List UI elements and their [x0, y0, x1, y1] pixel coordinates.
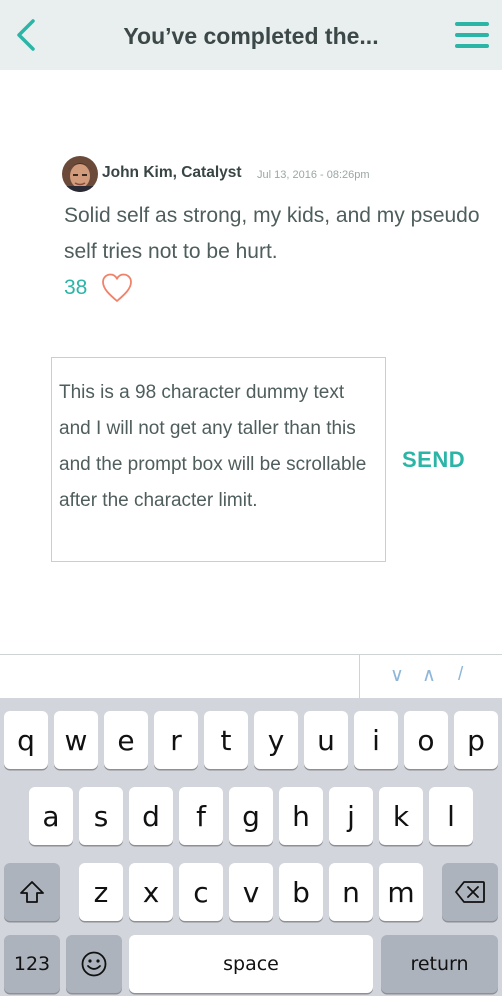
key-o[interactable]: o [404, 711, 448, 769]
key-h[interactable]: h [279, 787, 323, 845]
key-m[interactable]: m [379, 863, 423, 921]
keyboard-accessory-bar: ∨ ∧ / [0, 654, 502, 699]
numbers-key[interactable]: 123 [4, 935, 60, 993]
key-r[interactable]: r [154, 711, 198, 769]
key-i[interactable]: i [354, 711, 398, 769]
key-a[interactable]: a [29, 787, 73, 845]
key-p[interactable]: p [454, 711, 498, 769]
chevron-left-icon [17, 19, 35, 51]
menu-button[interactable] [452, 17, 492, 53]
like-count: 38 [64, 276, 88, 299]
key-s[interactable]: s [79, 787, 123, 845]
comment-text: Solid self as strong, my kids, and my ps… [64, 204, 480, 263]
emoji-icon [81, 951, 107, 977]
key-l[interactable]: l [429, 787, 473, 845]
key-c[interactable]: c [179, 863, 223, 921]
like-button[interactable] [100, 271, 134, 305]
key-k[interactable]: k [379, 787, 423, 845]
prompt-input[interactable]: This is a 98 character dummy text and I … [51, 357, 386, 562]
key-j[interactable]: j [329, 787, 373, 845]
key-d[interactable]: d [129, 787, 173, 845]
delete-key[interactable] [442, 863, 498, 921]
key-n[interactable]: n [329, 863, 373, 921]
next-field-button[interactable]: ∧ [422, 664, 436, 687]
key-g[interactable]: g [229, 787, 273, 845]
key-z[interactable]: z [79, 863, 123, 921]
previous-field-button[interactable]: ∨ [390, 664, 404, 687]
comment-timestamp: Jul 13, 2016 - 08:26pm [257, 169, 370, 181]
keyboard: q w e r t y u i o p a s d f g h j k l z … [0, 698, 502, 996]
send-button[interactable]: SEND [402, 447, 465, 473]
key-t[interactable]: t [204, 711, 248, 769]
key-u[interactable]: u [304, 711, 348, 769]
space-key[interactable]: space [129, 935, 373, 993]
hamburger-menu-icon [455, 22, 489, 26]
emoji-key[interactable] [66, 935, 122, 993]
key-w[interactable]: w [54, 711, 98, 769]
key-q[interactable]: q [4, 711, 48, 769]
accessory-divider [359, 655, 360, 699]
key-e[interactable]: e [104, 711, 148, 769]
page-title: You’ve completed the... [123, 23, 379, 49]
key-x[interactable]: x [129, 863, 173, 921]
shift-key[interactable] [4, 863, 60, 921]
app-header: You’ve completed the... [0, 0, 502, 70]
avatar-image [62, 156, 98, 192]
comment-author[interactable]: John Kim, Catalyst [102, 164, 242, 182]
key-v[interactable]: v [229, 863, 273, 921]
key-f[interactable]: f [179, 787, 223, 845]
shift-icon [20, 881, 44, 903]
avatar[interactable] [62, 156, 98, 192]
back-button[interactable] [6, 13, 46, 57]
prompt-input-text: This is a 98 character dummy text and I … [59, 382, 367, 511]
key-y[interactable]: y [254, 711, 298, 769]
backspace-icon [455, 881, 485, 903]
done-button[interactable]: / [458, 664, 463, 686]
heart-outline-icon [102, 273, 132, 302]
key-b[interactable]: b [279, 863, 323, 921]
return-key[interactable]: return [381, 935, 498, 993]
